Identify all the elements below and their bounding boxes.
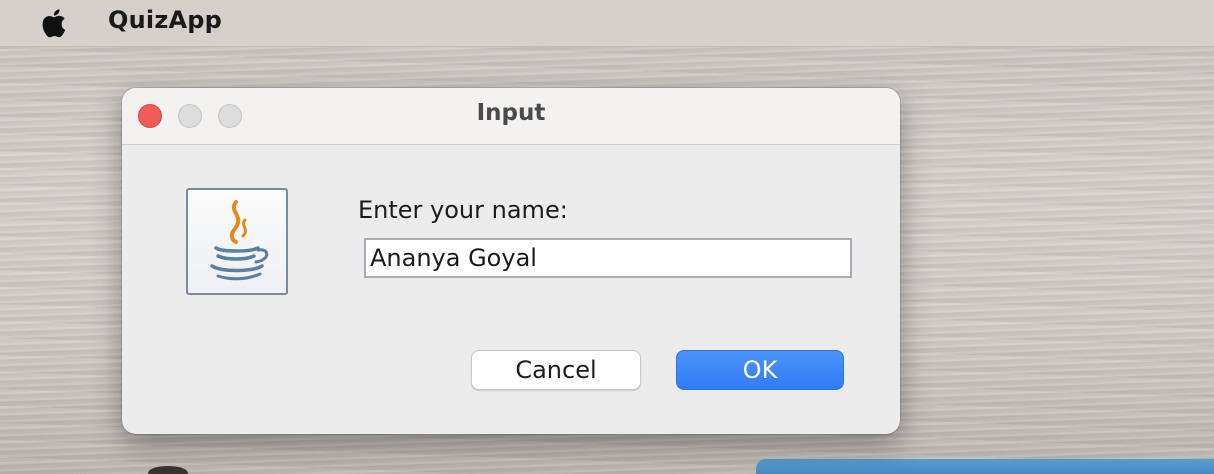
dialog-title: Input [476,100,546,126]
java-coffee-cup-icon [186,188,288,295]
name-prompt-label: Enter your name: [358,196,568,224]
name-input[interactable] [364,238,852,278]
cancel-button[interactable]: Cancel [471,350,641,390]
background-object [756,459,1214,474]
app-name-menu[interactable]: QuizApp [108,6,222,34]
background-object [148,466,188,474]
ok-button[interactable]: OK [676,350,844,390]
menu-bar: QuizApp [0,0,1214,47]
dialog-titlebar[interactable]: Input [122,88,900,145]
apple-logo-icon[interactable] [39,6,71,40]
input-dialog: Input Enter your name: Cancel OK [122,88,900,434]
